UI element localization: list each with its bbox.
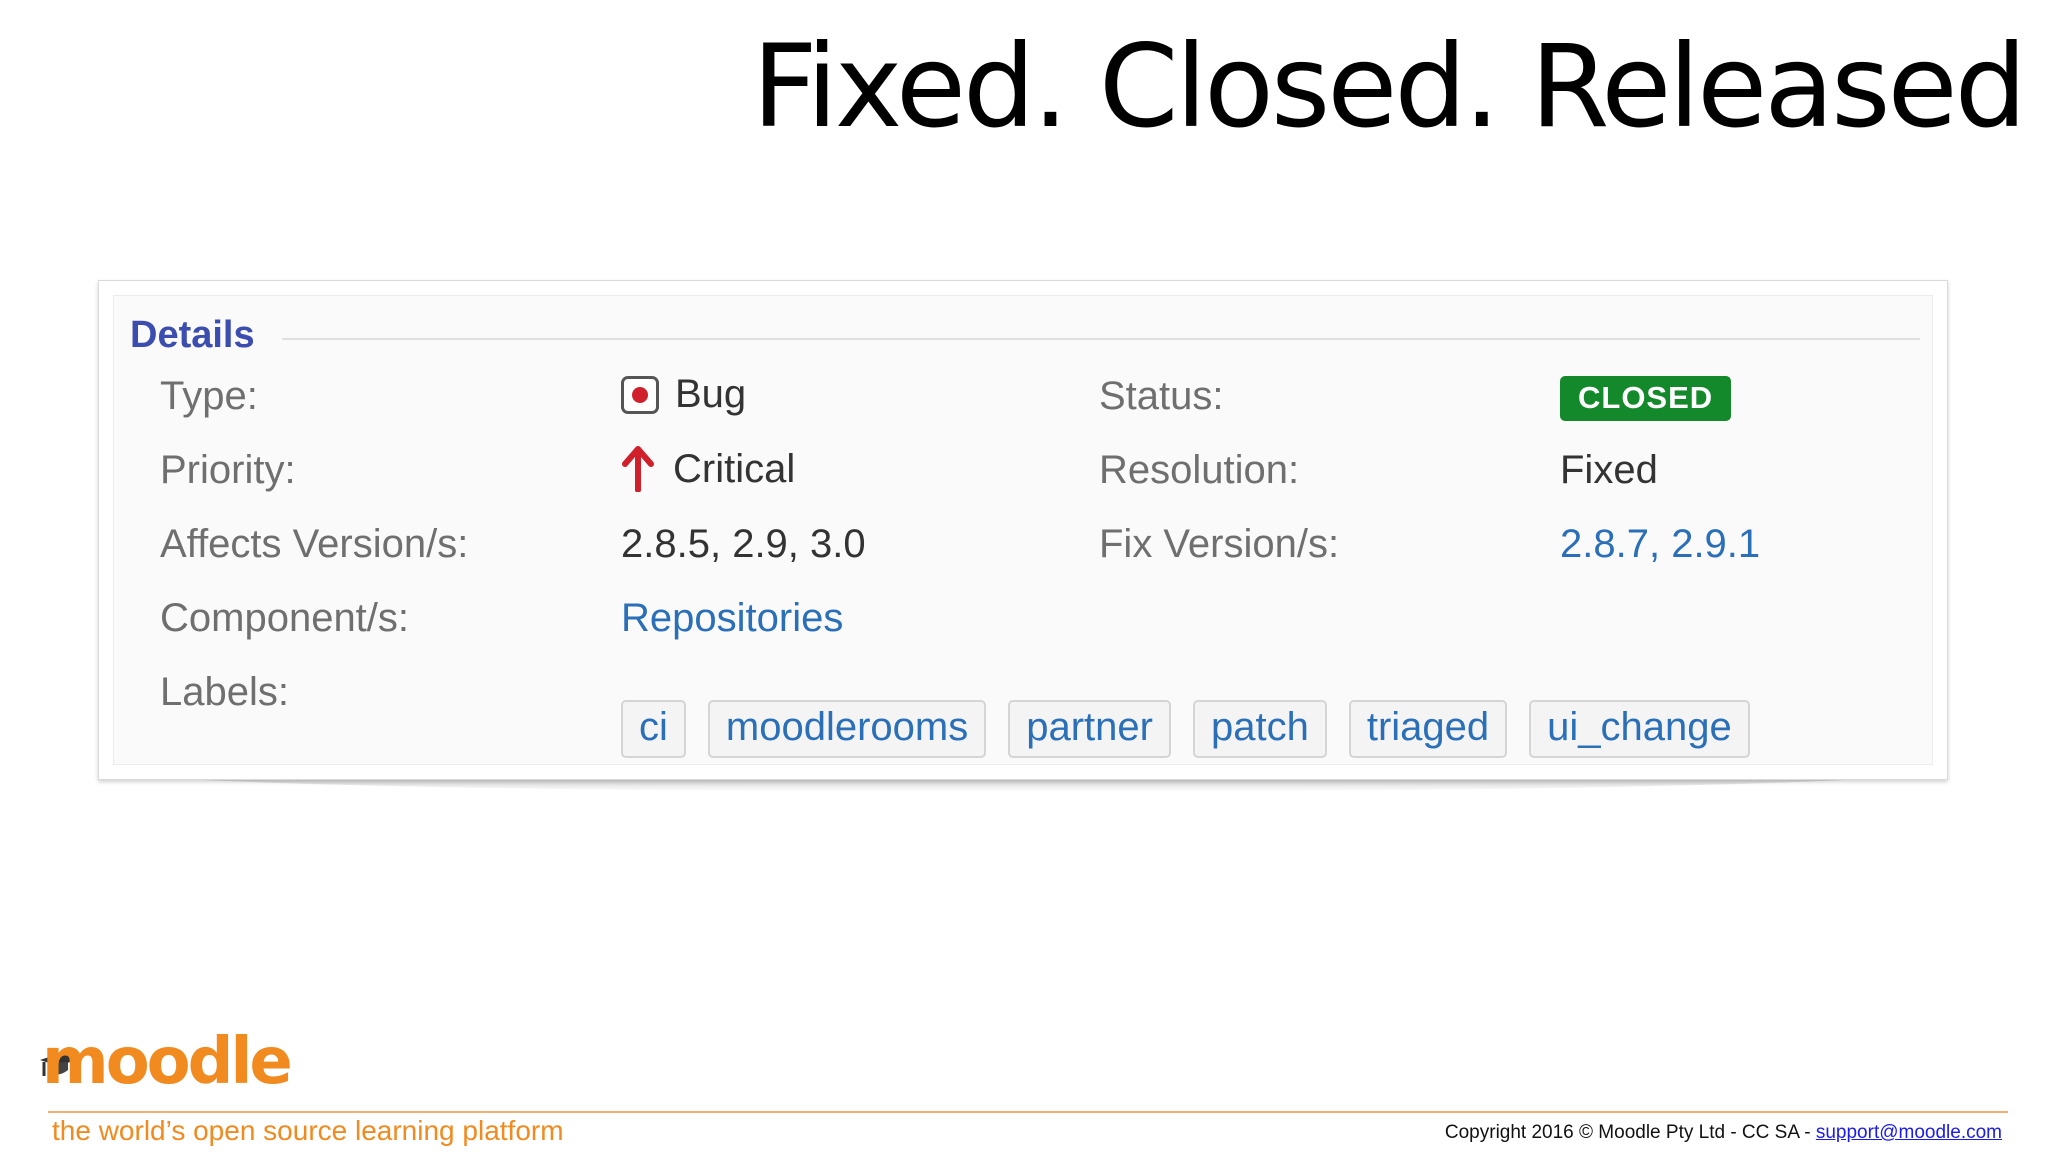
priority-value: Critical — [621, 446, 795, 492]
details-panel: Details Type: Bug Priority: Critical Aff… — [98, 280, 1948, 780]
label-chip-ci[interactable]: ci — [621, 700, 686, 758]
footer-divider — [48, 1111, 2008, 1113]
components-label: Component/s: — [160, 596, 410, 640]
details-panel-inner: Details Type: Bug Priority: Critical Aff… — [113, 295, 1933, 765]
copyright-text: Copyright 2016 © Moodle Pty Ltd - CC SA … — [1444, 1122, 1816, 1143]
moodle-logo: moodle — [42, 1025, 293, 1099]
slide-title: Fixed. Closed. Released — [751, 20, 2027, 153]
label-chip-patch[interactable]: patch — [1192, 700, 1327, 758]
type-label: Type: — [160, 374, 258, 418]
details-divider — [282, 338, 1920, 340]
label-chip-triaged[interactable]: triaged — [1348, 700, 1508, 758]
label-chip-partner[interactable]: partner — [1008, 700, 1171, 758]
fix-versions-label: Fix Version/s: — [1099, 522, 1340, 566]
status-label: Status: — [1099, 374, 1224, 418]
labels-list: ci moodlerooms partner patch triaged ui_… — [621, 700, 1750, 758]
copyright: Copyright 2016 © Moodle Pty Ltd - CC SA … — [1445, 1122, 2002, 1144]
type-value: Bug — [621, 372, 746, 417]
type-value-text: Bug — [675, 372, 747, 416]
components-link[interactable]: Repositories — [621, 596, 843, 641]
priority-label: Priority: — [160, 448, 296, 492]
resolution-label: Resolution: — [1099, 448, 1300, 492]
status-badge: CLOSED — [1560, 376, 1732, 421]
label-chip-moodlerooms[interactable]: moodlerooms — [707, 700, 987, 758]
affects-versions-value: 2.8.5, 2.9, 3.0 — [621, 522, 866, 566]
resolution-value: Fixed — [1560, 448, 1658, 492]
bug-icon — [621, 375, 659, 414]
fix-versions-link[interactable]: 2.8.7, 2.9.1 — [1560, 522, 1760, 567]
support-email-link[interactable]: support@moodle.com — [1816, 1122, 2002, 1143]
tagline: the world’s open source learning platfor… — [52, 1115, 564, 1146]
priority-value-text: Critical — [673, 446, 796, 491]
arrow-up-icon — [622, 446, 654, 492]
labels-label: Labels: — [160, 670, 289, 714]
label-chip-ui-change[interactable]: ui_change — [1529, 700, 1750, 758]
affects-versions-label: Affects Version/s: — [160, 522, 469, 566]
details-heading[interactable]: Details — [130, 314, 255, 357]
